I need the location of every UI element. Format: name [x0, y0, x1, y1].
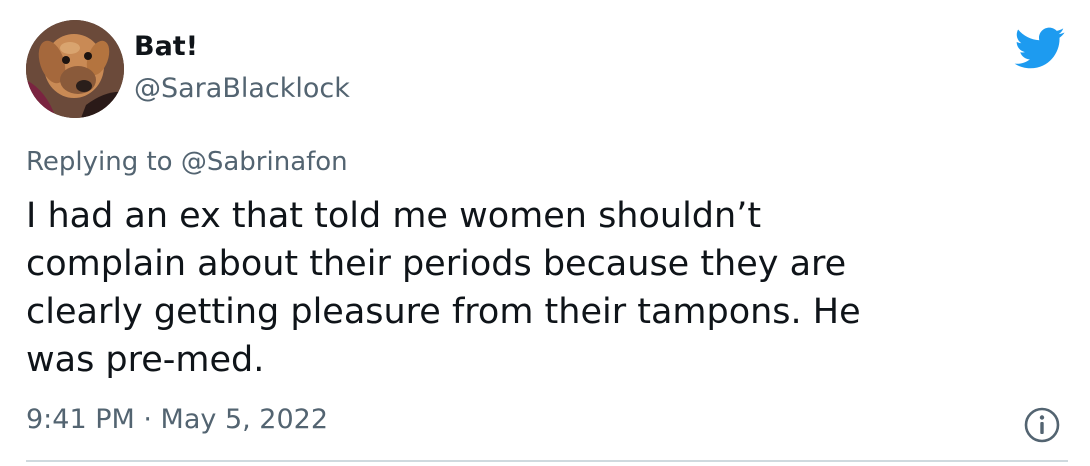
info-icon[interactable] [1022, 405, 1062, 445]
tweet-time: 9:41 PM [26, 404, 135, 435]
tweet-text-line: clearly getting pleasure from their tamp… [26, 292, 861, 332]
twitter-bird-icon[interactable] [1012, 26, 1066, 70]
replying-to-line: Replying to @Sabrinafon [26, 145, 348, 179]
tweet-timestamp[interactable]: 9:41 PM · May 5, 2022 [26, 402, 328, 438]
replying-to-label: Replying to [26, 147, 181, 177]
divider [26, 460, 1068, 462]
user-handle[interactable]: @SaraBlacklock [134, 72, 350, 106]
timestamp-separator: · [134, 404, 161, 435]
avatar[interactable] [26, 20, 124, 118]
tweet-date: May 5, 2022 [160, 404, 329, 435]
display-name[interactable]: Bat! [134, 30, 198, 64]
reply-mention-link[interactable]: @Sabrinafon [181, 147, 348, 177]
tweet-text-line: was pre-med. [26, 340, 265, 380]
tweet-text-line: I had an ex that told me women shouldn’t [26, 196, 762, 236]
tweet-text-line: complain about their periods because the… [26, 244, 847, 284]
tweet-text: I had an ex that told me women shouldn’t… [26, 192, 1046, 384]
dog-avatar-image [26, 20, 124, 118]
